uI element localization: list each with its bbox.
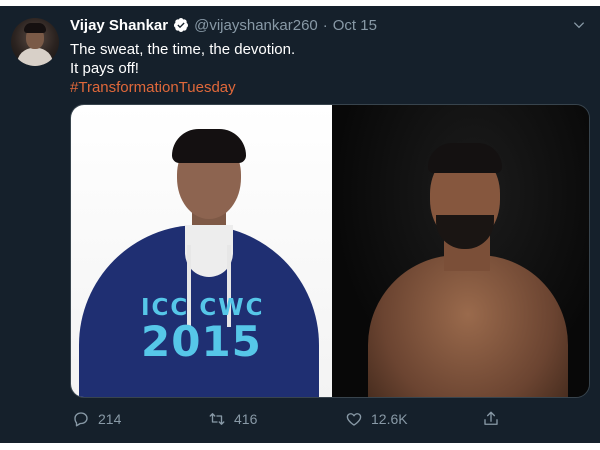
retweet-button[interactable]: 416: [208, 410, 257, 428]
retweet-count: 416: [234, 411, 258, 427]
share-button[interactable]: [482, 410, 500, 428]
hoodie-logo: ICC CWC 2015: [141, 295, 264, 363]
chevron-down-icon[interactable]: [572, 18, 586, 32]
avatar-shirt: [17, 48, 53, 66]
torso: [368, 255, 568, 397]
avatar[interactable]: [11, 18, 59, 66]
comment-icon: [74, 412, 88, 427]
hair: [172, 129, 246, 163]
hoodie-logo-line-2: 2015: [141, 317, 262, 366]
tweet-date[interactable]: Oct 15: [333, 17, 377, 34]
like-count: 12.6K: [371, 411, 408, 427]
hashtag-link[interactable]: #TransformationTuesday: [70, 78, 295, 97]
photo-after[interactable]: [332, 105, 589, 397]
tweet-media[interactable]: ICC CWC 2015: [70, 104, 590, 398]
reply-button[interactable]: 214: [72, 410, 121, 428]
reply-count: 214: [98, 411, 122, 427]
author-name[interactable]: Vijay Shankar: [70, 17, 168, 34]
heart-icon: [346, 413, 362, 426]
share-icon: [484, 411, 498, 425]
avatar-hair: [24, 23, 46, 33]
tweet-text-line-2: It pays off!: [70, 60, 139, 77]
tweet-text-line-1: The sweat, the time, the devotion.: [70, 41, 296, 58]
verified-badge-icon: [174, 18, 189, 32]
tweet-header: Vijay Shankar @vijayshankar260 · Oct 15: [70, 15, 377, 35]
tweet-actions: 214 416 12.6K: [70, 410, 520, 430]
like-button[interactable]: 12.6K: [345, 410, 408, 428]
hair: [428, 143, 502, 173]
retweet-icon: [209, 413, 225, 425]
tshirt: [185, 225, 233, 277]
author-handle[interactable]: @vijayshankar260: [194, 17, 318, 34]
header-separator: ·: [322, 16, 328, 34]
tweet-card[interactable]: Vijay Shankar @vijayshankar260 · Oct 15 …: [0, 6, 600, 443]
tweet-text: The sweat, the time, the devotion. It pa…: [70, 40, 295, 97]
photo-before[interactable]: ICC CWC 2015: [71, 105, 332, 397]
